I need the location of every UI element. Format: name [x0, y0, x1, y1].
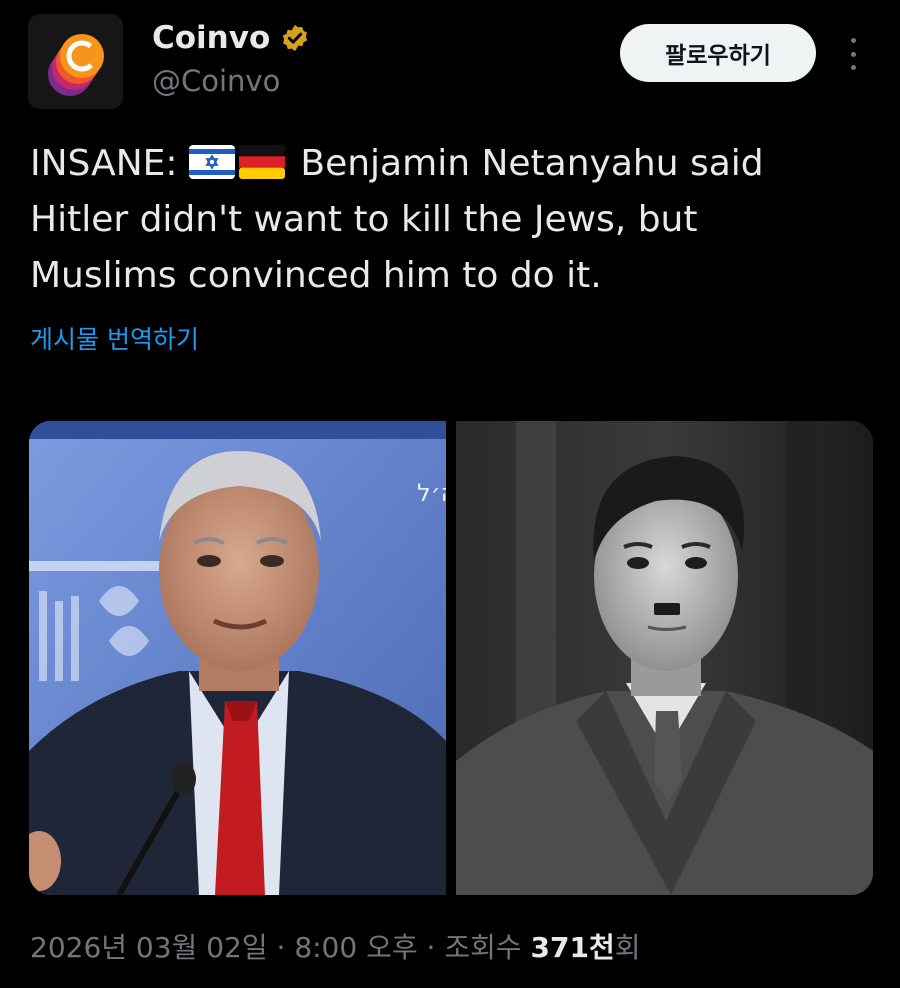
netanyahu-photo: ה׳ל: [29, 421, 446, 895]
verified-badge-icon: [283, 24, 308, 52]
author-handle[interactable]: @Coinvo: [152, 64, 280, 98]
follow-button[interactable]: 팔로우하기: [620, 24, 816, 82]
tweet-line-2: Hitler didn't want to kill the Jews, but: [30, 199, 698, 240]
author-name-text: Coinvo: [152, 20, 271, 56]
meta-separator: ·: [267, 931, 295, 964]
author-name[interactable]: Coinvo: [152, 20, 310, 56]
coinvo-logo-icon: [28, 14, 123, 109]
author-avatar[interactable]: [28, 14, 123, 109]
more-dot-icon: [850, 38, 856, 43]
translate-post-link[interactable]: 게시물 번역하기: [30, 320, 199, 356]
tweet: Coinvo @Coinvo 팔로우하기 INSANE: Benjamin Ne…: [0, 0, 900, 988]
more-dot-icon: [850, 51, 856, 57]
tweet-time[interactable]: 8:00 오후: [294, 931, 417, 964]
tweet-text: INSANE: Benjamin Netanyahu said Hitler d…: [30, 136, 870, 304]
views-label: 조회수: [444, 931, 531, 964]
tweet-line-3: Muslims convinced him to do it.: [30, 255, 602, 296]
israel-flag-icon: [188, 145, 235, 179]
more-options-button[interactable]: [838, 34, 868, 74]
tweet-meta: 2026년 03월 02일 · 8:00 오후 · 조회수 371천회: [30, 926, 641, 966]
views-count: 371천: [530, 931, 615, 964]
views-suffix: 회: [614, 931, 641, 964]
tweet-line-1: INSANE: Benjamin Netanyahu said: [30, 136, 870, 192]
tweet-line-1-text: Benjamin Netanyahu said: [288, 143, 764, 184]
germany-flag-icon: [238, 145, 285, 179]
hitler-photo: [456, 421, 873, 895]
background-sign-text: ה׳ל: [417, 479, 446, 507]
tweet-date[interactable]: 2026년 03월 02일: [30, 931, 268, 964]
meta-separator: ·: [417, 931, 445, 964]
media-photo-right[interactable]: [456, 421, 873, 895]
more-dot-icon: [850, 65, 856, 70]
media-photo-left[interactable]: ה׳ל: [29, 421, 446, 895]
tweet-prefix: INSANE:: [30, 143, 189, 184]
